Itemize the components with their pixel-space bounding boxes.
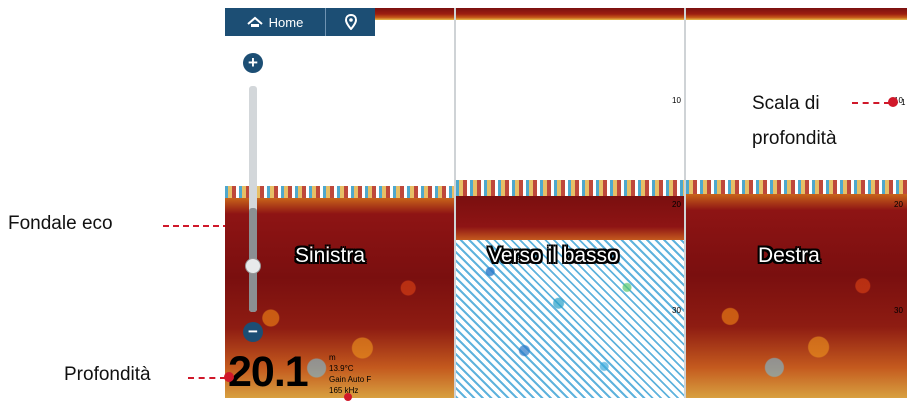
depth-tick: 30 [672,306,681,315]
surface-echo [686,8,907,20]
sonar-screen: Home + − 20.1 m 13.9°C Gain Auto F 165 k… [225,8,907,398]
home-icon [247,16,263,27]
seabed-echo [456,196,684,240]
depth-annotation: Profondità [64,364,151,385]
seabed-echo-leader [163,225,229,227]
depth-tick: 30 [894,306,903,315]
zoom-out-button[interactable]: − [243,322,263,342]
depth-scale-annotation-line2: profondità [752,128,837,149]
depth-readout: 20.1 [228,348,309,396]
depth-tick: 20 [672,200,681,209]
depth-scale-tick: 1 [901,98,906,107]
depth-leader [188,377,226,379]
sonar-panel-right: 10 20 30 Destra [686,8,907,398]
mode-label-left: Sinistra [295,244,366,267]
frequency-dot [344,393,352,401]
mode-label-right: Destra [758,244,820,267]
location-pin-icon [344,14,357,30]
depth-tick: 10 [672,96,681,105]
seabed-echo [686,194,907,398]
gain-readout: Gain Auto F [329,375,372,384]
depth-scale-dot [888,97,898,107]
frequency-readout: 165 kHz [329,386,359,395]
depth-tick: 20 [894,200,903,209]
zoom-in-button[interactable]: + [243,53,263,73]
depth-scale-leader [852,102,890,104]
depth-scale-annotation-line1: Scala di [752,93,820,114]
temperature-readout: 13.9°C [329,364,354,373]
home-button[interactable]: Home [225,8,326,36]
home-label: Home [268,14,304,30]
seabed-echo-annotation: Fondale eco [8,213,113,234]
sonar-panel-left: Home + − 20.1 m 13.9°C Gain Auto F 165 k… [225,8,454,398]
sonar-panel-down: 10 20 30 Verso il basso [456,8,684,398]
depth-unit: m [329,353,336,362]
location-button[interactable] [326,8,375,36]
surface-echo [456,8,684,20]
zoom-slider-handle[interactable] [245,258,261,274]
mode-label-down: Verso il basso [488,244,619,267]
toolbar: Home [225,8,375,36]
depth-dot [224,372,234,382]
